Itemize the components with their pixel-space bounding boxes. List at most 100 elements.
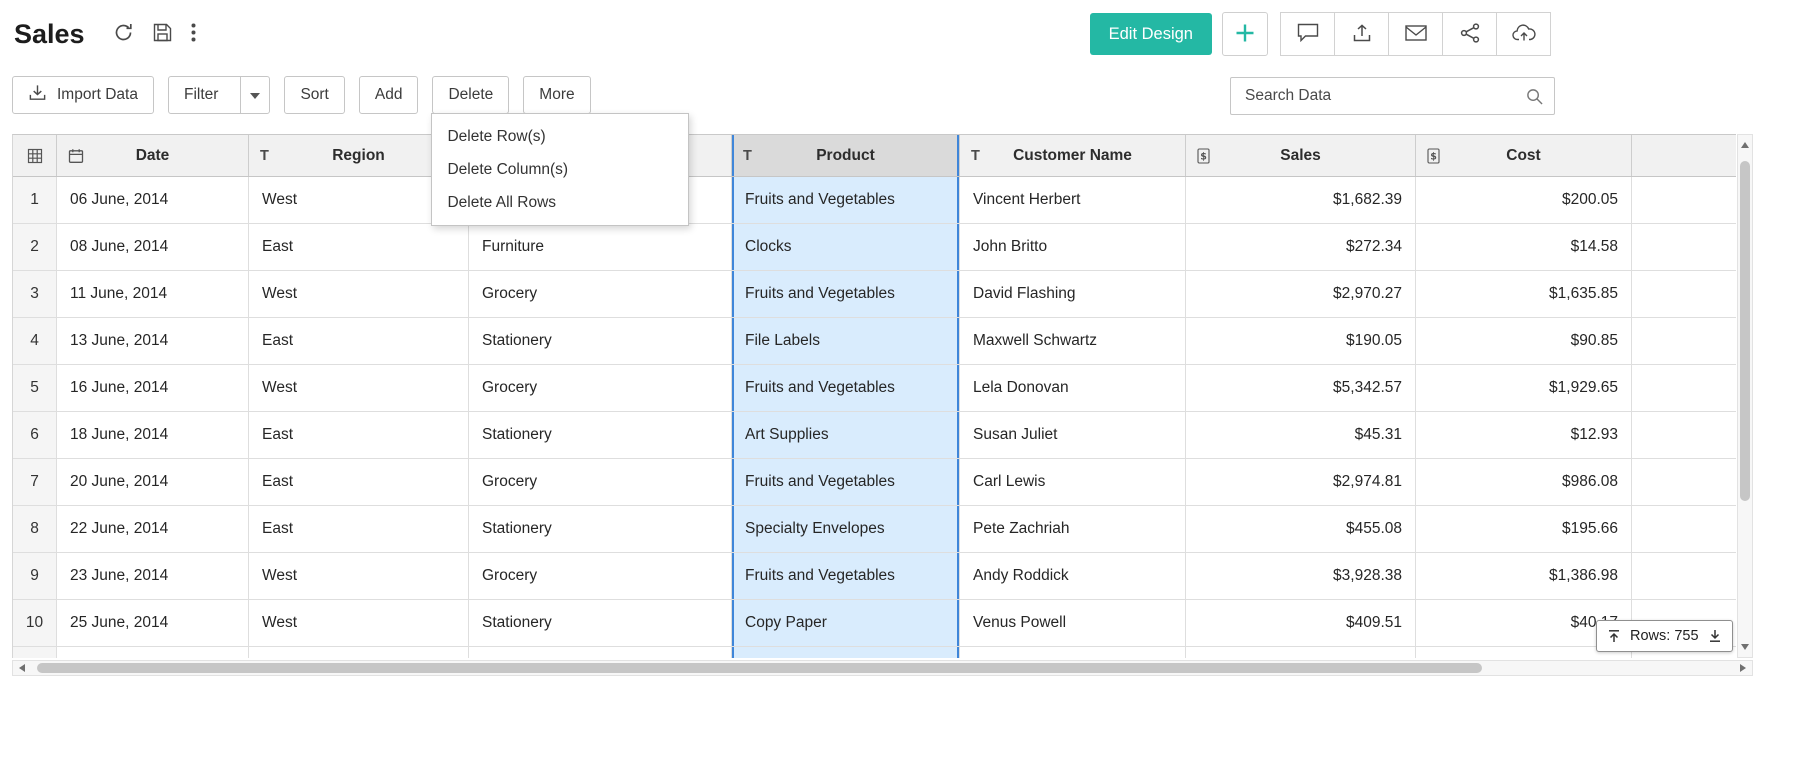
- cell-sales[interactable]: $1,682.39: [1186, 177, 1416, 224]
- more-options-button[interactable]: [191, 23, 196, 45]
- search-icon[interactable]: [1526, 88, 1543, 105]
- cell-category[interactable]: Grocery: [469, 365, 732, 412]
- column-header-cost[interactable]: $Cost: [1416, 135, 1632, 176]
- share-button[interactable]: [1442, 12, 1497, 56]
- cell-cost[interactable]: $195.66: [1416, 506, 1632, 553]
- cell-region[interactable]: East: [249, 506, 469, 553]
- edit-design-button[interactable]: Edit Design: [1090, 13, 1212, 55]
- cell-date[interactable]: 16 June, 2014: [57, 365, 249, 412]
- cell-sales[interactable]: $2,970.27: [1186, 271, 1416, 318]
- cell-date[interactable]: 13 June, 2014: [57, 318, 249, 365]
- cell-customer_name[interactable]: Andy Roddick: [960, 553, 1186, 600]
- row-number-cell[interactable]: 4: [13, 318, 57, 365]
- row-number-cell[interactable]: 5: [13, 365, 57, 412]
- row-number-cell[interactable]: 8: [13, 506, 57, 553]
- cell-date[interactable]: 20 June, 2014: [57, 459, 249, 506]
- cell-date[interactable]: 25 June, 2014: [57, 600, 249, 647]
- scroll-right-arrow[interactable]: [1740, 664, 1746, 672]
- cell-cost[interactable]: $1,635.85: [1416, 271, 1632, 318]
- cell-product[interactable]: File Labels: [732, 318, 960, 365]
- cell-product[interactable]: Clocks: [732, 224, 960, 271]
- row-number-cell[interactable]: 7: [13, 459, 57, 506]
- cell-customer_name[interactable]: Maxwell Schwartz: [960, 318, 1186, 365]
- cell-cost[interactable]: $1,386.98: [1416, 553, 1632, 600]
- cell-product[interactable]: Specialty Envelopes: [732, 506, 960, 553]
- cell-date[interactable]: 08 June, 2014: [57, 224, 249, 271]
- cell-sales[interactable]: $5,342.57: [1186, 365, 1416, 412]
- go-bottom-icon[interactable]: [1708, 629, 1722, 643]
- column-header-customer_name[interactable]: TCustomer Name: [960, 135, 1186, 176]
- cell-category[interactable]: Stationery: [469, 318, 732, 365]
- cell-sales[interactable]: $2,974.81: [1186, 459, 1416, 506]
- import-data-button[interactable]: Import Data: [12, 76, 154, 114]
- cell-product[interactable]: Fruits and Vegetables: [732, 271, 960, 318]
- cell-cost[interactable]: $986.08: [1416, 459, 1632, 506]
- row-number-cell[interactable]: 9: [13, 553, 57, 600]
- horizontal-scrollbar[interactable]: [12, 660, 1753, 676]
- cell-date[interactable]: 22 June, 2014: [57, 506, 249, 553]
- horizontal-scroll-thumb[interactable]: [37, 663, 1482, 673]
- cell-category[interactable]: Grocery: [469, 459, 732, 506]
- cell-region[interactable]: East: [249, 318, 469, 365]
- cell-sales[interactable]: $3,928.38: [1186, 553, 1416, 600]
- cell-date[interactable]: 18 June, 2014: [57, 412, 249, 459]
- cell-cost[interactable]: $14.58: [1416, 224, 1632, 271]
- email-button[interactable]: [1388, 12, 1443, 56]
- export-button[interactable]: [1334, 12, 1389, 56]
- menu-item-delete-rows[interactable]: Delete Row(s): [432, 120, 688, 153]
- cell-product[interactable]: Art Supplies: [732, 412, 960, 459]
- add-button[interactable]: Add: [359, 76, 419, 114]
- vertical-scrollbar[interactable]: [1737, 134, 1753, 658]
- row-number-cell[interactable]: 2: [13, 224, 57, 271]
- menu-item-delete-columns[interactable]: Delete Column(s): [432, 153, 688, 186]
- filter-dropdown-toggle[interactable]: [240, 77, 269, 113]
- cell-customer_name[interactable]: Lela Donovan: [960, 365, 1186, 412]
- cell-product[interactable]: Fruits and Vegetables: [732, 553, 960, 600]
- cell-customer_name[interactable]: Susan Juliet: [960, 412, 1186, 459]
- go-top-icon[interactable]: [1607, 629, 1621, 643]
- add-new-button[interactable]: [1222, 12, 1268, 56]
- delete-button[interactable]: Delete: [432, 76, 509, 114]
- cell-category[interactable]: Stationery: [469, 412, 732, 459]
- cell-cost[interactable]: $12.93: [1416, 412, 1632, 459]
- row-number-cell[interactable]: 10: [13, 600, 57, 647]
- search-input[interactable]: [1243, 86, 1526, 106]
- column-header-date[interactable]: Date: [57, 135, 249, 176]
- cell-region[interactable]: East: [249, 412, 469, 459]
- cell-region[interactable]: West: [249, 600, 469, 647]
- cell-region[interactable]: West: [249, 365, 469, 412]
- cell-region[interactable]: West: [249, 271, 469, 318]
- save-button[interactable]: [153, 23, 172, 45]
- cell-category[interactable]: Furniture: [469, 224, 732, 271]
- row-number-cell[interactable]: 3: [13, 271, 57, 318]
- cell-cost[interactable]: $1,929.65: [1416, 365, 1632, 412]
- cell-product[interactable]: Fruits and Vegetables: [732, 365, 960, 412]
- cell-sales[interactable]: $190.05: [1186, 318, 1416, 365]
- cell-customer_name[interactable]: John Britto: [960, 224, 1186, 271]
- cell-region[interactable]: East: [249, 224, 469, 271]
- vertical-scroll-thumb[interactable]: [1740, 161, 1750, 501]
- column-header-rownum[interactable]: [13, 135, 57, 176]
- cell-product[interactable]: Fruits and Vegetables: [732, 459, 960, 506]
- cell-customer_name[interactable]: David Flashing: [960, 271, 1186, 318]
- filter-button[interactable]: Filter: [168, 76, 270, 114]
- column-header-product[interactable]: TProduct: [732, 135, 960, 176]
- cell-cost[interactable]: $90.85: [1416, 318, 1632, 365]
- row-number-cell[interactable]: 1: [13, 177, 57, 224]
- cell-category[interactable]: Stationery: [469, 506, 732, 553]
- cell-category[interactable]: Grocery: [469, 271, 732, 318]
- cell-category[interactable]: Grocery: [469, 553, 732, 600]
- menu-item-delete-all-rows[interactable]: Delete All Rows: [432, 186, 688, 219]
- refresh-button[interactable]: [113, 22, 134, 46]
- cell-customer_name[interactable]: Pete Zachriah: [960, 506, 1186, 553]
- cell-customer_name[interactable]: Carl Lewis: [960, 459, 1186, 506]
- rows-count-badge[interactable]: Rows: 755: [1596, 620, 1733, 652]
- comments-button[interactable]: [1280, 12, 1335, 56]
- sort-button[interactable]: Sort: [284, 76, 344, 114]
- cell-customer_name[interactable]: Venus Powell: [960, 600, 1186, 647]
- cell-date[interactable]: 23 June, 2014: [57, 553, 249, 600]
- cell-date[interactable]: 11 June, 2014: [57, 271, 249, 318]
- cell-product[interactable]: Copy Paper: [732, 600, 960, 647]
- more-button[interactable]: More: [523, 76, 590, 114]
- cell-product[interactable]: Fruits and Vegetables: [732, 177, 960, 224]
